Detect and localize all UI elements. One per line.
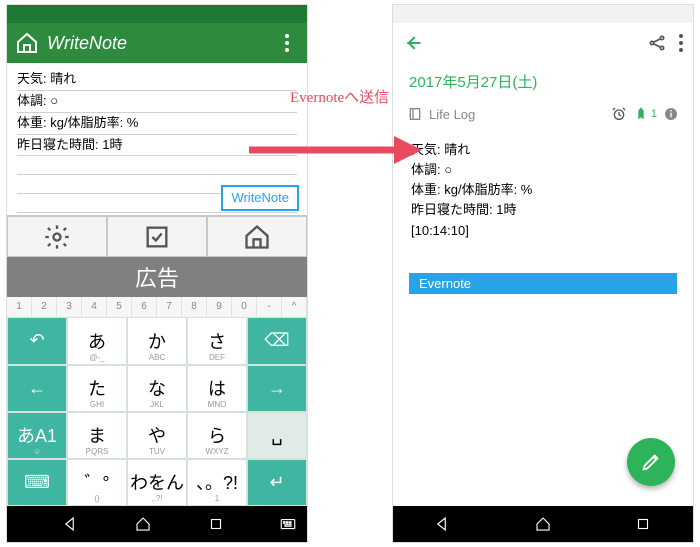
keyboard-nav-icon[interactable]: [279, 515, 297, 533]
content-line: 体重: kg/体脂肪率: %: [411, 180, 675, 200]
reminder-icon[interactable]: [611, 106, 627, 122]
kbd-key[interactable]: やTUV: [127, 412, 187, 459]
overflow-menu-icon[interactable]: [275, 31, 299, 55]
content-line: 昨日寝た時間: 1時: [411, 200, 675, 220]
pencil-icon: [640, 451, 662, 473]
status-bar: [393, 5, 693, 23]
android-nav-bar: [7, 506, 307, 542]
note-line: 昨日寝た時間: 1時: [17, 135, 297, 157]
home-button[interactable]: [207, 216, 307, 257]
share-icon[interactable]: [647, 33, 667, 53]
kbd-key[interactable]: ⌨: [7, 459, 67, 506]
checkbox-button[interactable]: [107, 216, 207, 257]
kbd-number-row[interactable]: 1234567890-^: [7, 297, 307, 317]
home-nav-icon[interactable]: [534, 515, 552, 533]
edit-fab[interactable]: [627, 438, 675, 486]
back-icon[interactable]: [403, 33, 423, 53]
note-date: 2017年5月27日(土): [393, 63, 693, 102]
kbd-key[interactable]: なJKL: [127, 365, 187, 412]
info-icon[interactable]: [663, 106, 679, 122]
kbd-key[interactable]: わをん,.?!: [127, 459, 187, 506]
kbd-key[interactable]: ↶: [7, 317, 67, 364]
kbd-key[interactable]: →: [247, 365, 307, 412]
kbd-key[interactable]: まPQRS: [67, 412, 127, 459]
overflow-menu-icon[interactable]: [679, 34, 683, 52]
home-icon: [15, 31, 39, 55]
kbd-key[interactable]: 、。?!1: [187, 459, 247, 506]
evernote-badge: Evernote: [409, 273, 677, 294]
note-line: 体重: kg/体脂肪率: %: [17, 113, 297, 135]
evernote-screen: 2017年5月27日(土) Life Log 1 天気: 晴れ 体調: ○ 体重…: [392, 4, 694, 543]
writenote-screen: WriteNote 天気: 晴れ 体調: ○ 体重: kg/体脂肪率: % 昨日…: [6, 4, 308, 543]
android-nav-bar: [393, 506, 693, 542]
notebook-row[interactable]: Life Log 1: [393, 102, 693, 126]
recent-nav-icon[interactable]: [207, 515, 225, 533]
content-line: 体調: ○: [411, 160, 675, 180]
kbd-key[interactable]: さDEF: [187, 317, 247, 364]
handwritten-annotation: Evernoteへ送信: [290, 86, 389, 107]
kbd-key[interactable]: ゛°(): [67, 459, 127, 506]
status-bar: [7, 5, 307, 23]
content-line: [10:14:10]: [411, 221, 675, 241]
tag-count: 1: [651, 108, 657, 120]
soft-keyboard: 1234567890-^ ↶あ@-_かABCさDEF⌫ ←たGHIなJKLはMN…: [7, 297, 307, 506]
note-content[interactable]: 天気: 晴れ 体調: ○ 体重: kg/体脂肪率: % 昨日寝た時間: 1時 […: [393, 126, 693, 255]
app-bar: WriteNote: [7, 23, 307, 63]
settings-button[interactable]: [7, 216, 107, 257]
kbd-key[interactable]: ↵: [247, 459, 307, 506]
back-nav-icon[interactable]: [62, 515, 80, 533]
kbd-key[interactable]: はMNO: [187, 365, 247, 412]
kbd-key[interactable]: あA1☺: [7, 412, 67, 459]
kbd-key[interactable]: かABC: [127, 317, 187, 364]
kbd-key[interactable]: ␣: [247, 412, 307, 459]
recent-nav-icon[interactable]: [634, 515, 652, 533]
notebook-icon: [407, 106, 423, 122]
back-nav-icon[interactable]: [434, 515, 452, 533]
notebook-name: Life Log: [429, 107, 475, 122]
content-line: 天気: 晴れ: [411, 140, 675, 160]
kbd-key[interactable]: ⌫: [247, 317, 307, 364]
kbd-key[interactable]: あ@-_: [67, 317, 127, 364]
note-textarea[interactable]: 天気: 晴れ 体調: ○ 体重: kg/体脂肪率: % 昨日寝た時間: 1時 W…: [7, 63, 307, 215]
app-title: WriteNote: [47, 33, 275, 54]
kbd-key[interactable]: らWXYZ: [187, 412, 247, 459]
note-line: 天気: 晴れ: [17, 69, 297, 91]
app-bar: [393, 23, 693, 63]
writenote-badge: WriteNote: [221, 185, 299, 212]
tag-icon[interactable]: [633, 106, 649, 122]
kbd-key[interactable]: ←: [7, 365, 67, 412]
kbd-key[interactable]: たGHI: [67, 365, 127, 412]
note-line: 体調: ○: [17, 91, 297, 113]
ad-banner[interactable]: 広告: [7, 257, 307, 297]
toolbar: [7, 215, 307, 257]
note-line: [17, 156, 297, 175]
home-nav-icon[interactable]: [134, 515, 152, 533]
